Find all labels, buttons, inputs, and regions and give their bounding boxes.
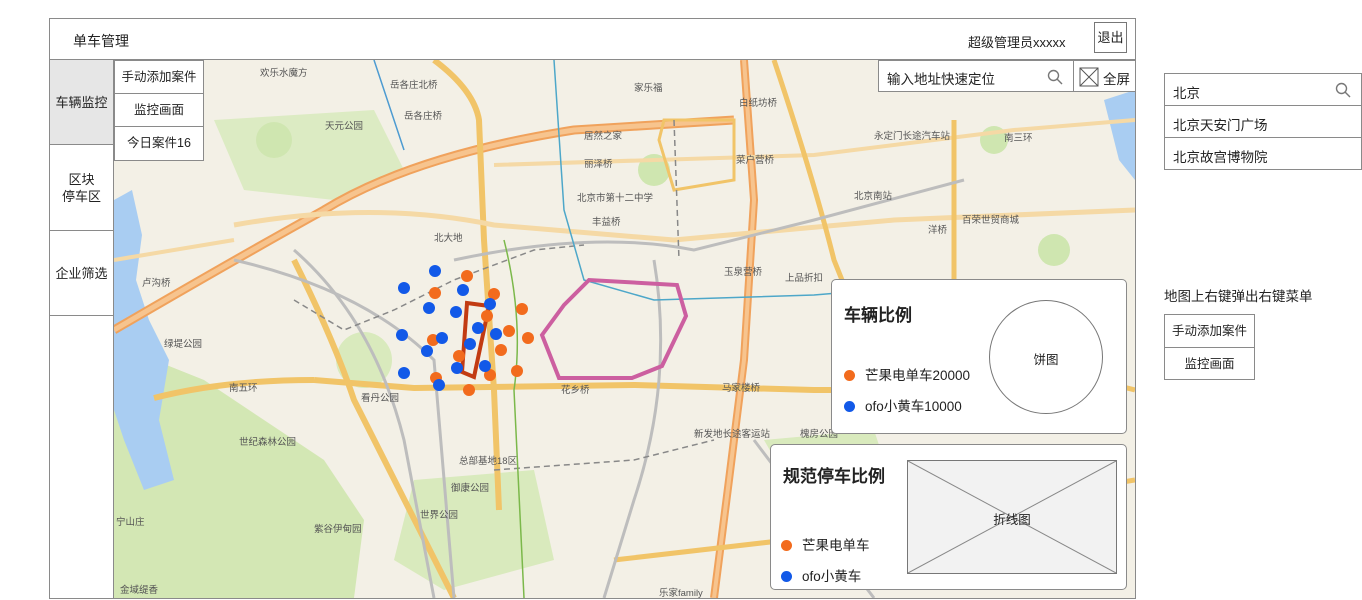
context-menu: 手动添加案件 监控画面: [1164, 314, 1255, 380]
blue-dot-icon: [844, 401, 855, 412]
context-monitor-view[interactable]: 监控画面: [1165, 348, 1254, 381]
vehicle-ratio-title: 车辆比例: [844, 306, 912, 325]
search-result-label: 北京天安门广场: [1173, 118, 1268, 133]
pie-chart-placeholder: 饼图: [989, 300, 1103, 414]
search-icon[interactable]: [1335, 82, 1351, 98]
legend-item-mango: 芒果电单车: [781, 534, 870, 554]
ofo-bike-marker[interactable]: [464, 338, 476, 350]
line-chart-placeholder: 折线图: [907, 460, 1117, 574]
left-nav: 车辆监控 区块 停车区 企业筛选: [50, 60, 114, 598]
mango-bike-marker[interactable]: [461, 270, 473, 282]
fullscreen-button[interactable]: 全屏: [1074, 60, 1136, 92]
ofo-bike-marker[interactable]: [433, 379, 445, 391]
ofo-bike-marker[interactable]: [451, 362, 463, 374]
search-icon[interactable]: [1047, 69, 1063, 85]
nav-parking-zone[interactable]: 区块 停车区: [50, 145, 113, 231]
pie-label: 饼图: [1033, 353, 1059, 367]
parking-ratio-title: 规范停车比例: [783, 467, 885, 486]
ofo-bike-marker[interactable]: [423, 302, 435, 314]
legend-label: 芒果电单车: [802, 538, 870, 553]
ofo-bike-marker[interactable]: [398, 282, 410, 294]
blue-dot-icon: [781, 571, 792, 582]
orange-dot-icon: [844, 370, 855, 381]
mango-bike-marker[interactable]: [503, 325, 515, 337]
search-placeholder: 输入地址快速定位: [887, 72, 995, 87]
search-result-item[interactable]: 北京天安门广场: [1165, 106, 1361, 138]
add-case-button[interactable]: 手动添加案件: [115, 61, 203, 94]
logout-button[interactable]: 退出: [1094, 22, 1127, 53]
map-search-input[interactable]: 输入地址快速定位: [878, 60, 1074, 92]
location-search-input[interactable]: 北京: [1165, 74, 1361, 106]
mango-bike-marker[interactable]: [516, 303, 528, 315]
orange-dot-icon: [781, 540, 792, 551]
search-result-item[interactable]: 北京故宫博物院: [1165, 138, 1361, 170]
fullscreen-label: 全屏: [1103, 72, 1130, 87]
mango-bike-marker[interactable]: [429, 287, 441, 299]
ofo-bike-marker[interactable]: [421, 345, 433, 357]
legend-label: ofo小黄车10000: [865, 399, 962, 414]
search-result-label: 北京故宫博物院: [1173, 150, 1268, 165]
app-window: 单车管理 超级管理员xxxxx 退出 车辆监控 区块 停车区 企业筛选 欢乐水魔…: [49, 18, 1136, 599]
legend-item-ofo: ofo小黄车10000: [844, 395, 962, 415]
location-search-panel: 北京 北京天安门广场 北京故宫博物院: [1164, 73, 1362, 170]
nav-company-filter[interactable]: 企业筛选: [50, 231, 113, 316]
search-value: 北京: [1173, 86, 1200, 101]
app-title: 单车管理: [73, 33, 129, 49]
nav-vehicle-monitor[interactable]: 车辆监控: [50, 60, 113, 145]
ofo-bike-marker[interactable]: [472, 322, 484, 334]
monitor-view-button[interactable]: 监控画面: [115, 94, 203, 127]
mango-bike-marker[interactable]: [511, 365, 523, 377]
context-menu-note: 地图上右键弹出右键菜单: [1164, 289, 1313, 304]
monitor-submenu: 手动添加案件 监控画面 今日案件16: [114, 60, 204, 161]
ofo-bike-marker[interactable]: [450, 306, 462, 318]
legend-item-mango: 芒果电单车20000: [844, 364, 970, 384]
line-chart-label: 折线图: [993, 513, 1031, 527]
vehicle-ratio-card: 车辆比例 芒果电单车20000 ofo小黄车10000 饼图: [831, 279, 1127, 434]
mango-bike-marker[interactable]: [481, 310, 493, 322]
mango-bike-marker[interactable]: [463, 384, 475, 396]
fullscreen-icon: [1079, 67, 1099, 87]
ofo-bike-marker[interactable]: [429, 265, 441, 277]
mango-bike-marker[interactable]: [453, 350, 465, 362]
ofo-bike-marker[interactable]: [490, 328, 502, 340]
mango-bike-marker[interactable]: [522, 332, 534, 344]
ofo-bike-marker[interactable]: [396, 329, 408, 341]
ofo-bike-marker[interactable]: [398, 367, 410, 379]
today-cases-button[interactable]: 今日案件16: [115, 127, 203, 160]
legend-label: ofo小黄车: [802, 569, 862, 584]
user-label: 超级管理员xxxxx: [968, 35, 1066, 50]
ofo-bike-marker[interactable]: [457, 284, 469, 296]
ofo-bike-marker[interactable]: [479, 360, 491, 372]
mango-bike-marker[interactable]: [495, 344, 507, 356]
legend-label: 芒果电单车20000: [865, 368, 971, 383]
ofo-bike-marker[interactable]: [436, 332, 448, 344]
top-bar: 单车管理 超级管理员xxxxx 退出: [50, 19, 1135, 60]
context-add-case[interactable]: 手动添加案件: [1165, 315, 1254, 348]
ofo-bike-marker[interactable]: [484, 298, 496, 310]
parking-ratio-card: 规范停车比例 芒果电单车 ofo小黄车 折线图: [770, 444, 1127, 590]
legend-item-ofo: ofo小黄车: [781, 565, 861, 585]
